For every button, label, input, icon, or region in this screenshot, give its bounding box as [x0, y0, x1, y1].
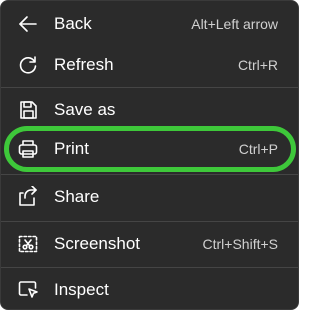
refresh-icon: [17, 54, 39, 76]
menu-divider: [1, 221, 298, 222]
menu-item-label: Share: [54, 187, 100, 206]
menu-item-label: Screenshot: [54, 234, 140, 253]
menu-divider: [1, 174, 298, 175]
menu-divider: [1, 87, 298, 88]
menu-item-shortcut: Ctrl+Shift+S: [202, 236, 278, 252]
share-icon: [17, 186, 39, 208]
menu-item-refresh[interactable]: Refresh Ctrl+R: [5, 47, 294, 83]
menu-item-label: Back: [54, 14, 92, 33]
printer-icon: [17, 138, 39, 160]
menu-item-label: Print: [54, 139, 89, 158]
menu-item-label: Save as: [54, 100, 116, 119]
save-icon: [17, 99, 39, 121]
menu-item-back[interactable]: Back Alt+Left arrow: [5, 6, 294, 42]
menu-item-label: Refresh: [54, 55, 114, 74]
menu-item-save-as[interactable]: Save as: [5, 92, 294, 128]
menu-item-shortcut: Alt+Left arrow: [191, 16, 278, 32]
back-arrow-icon: [17, 13, 39, 35]
menu-item-label: Inspect: [54, 280, 109, 299]
menu-item-print[interactable]: Print Ctrl+P: [5, 131, 294, 167]
menu-item-shortcut: Ctrl+R: [237, 57, 278, 73]
inspect-icon: [17, 279, 39, 301]
menu-item-inspect[interactable]: Inspect: [5, 272, 294, 308]
context-menu: Back Alt+Left arrow Refresh Ctrl+R Save …: [0, 0, 299, 310]
menu-item-share[interactable]: Share: [5, 179, 294, 215]
screenshot-icon: [17, 233, 39, 255]
menu-item-screenshot[interactable]: Screenshot Ctrl+Shift+S: [5, 226, 294, 262]
menu-item-shortcut: Ctrl+P: [238, 141, 278, 157]
menu-divider: [1, 267, 298, 268]
